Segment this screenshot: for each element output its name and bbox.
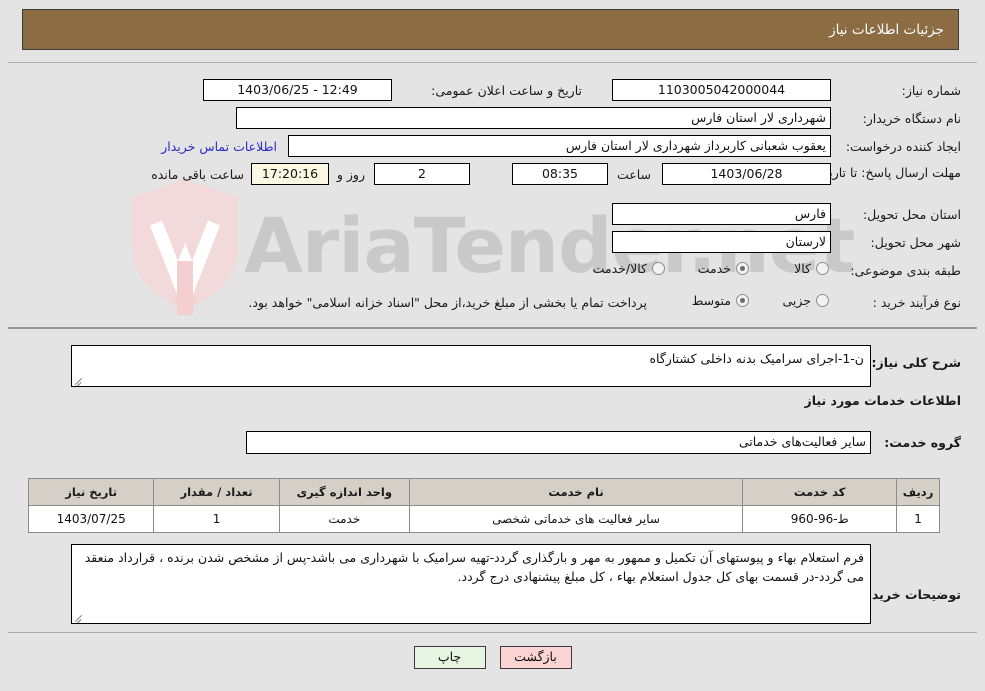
service-group-label: گروه خدمت: xyxy=(884,435,961,450)
cell-unit: خدمت xyxy=(278,505,410,533)
resize-grip-icon[interactable] xyxy=(74,375,84,385)
print-button[interactable]: چاپ xyxy=(413,646,486,669)
deadline-countdown-value: 17:20:16 xyxy=(251,163,329,185)
service-group-value: سایر فعالیت‌های خدماتی xyxy=(246,431,871,454)
buyer-org-value: شهرداری لار استان فارس xyxy=(236,107,831,129)
deadline-time-label: ساعت xyxy=(616,167,651,182)
purchase-process-note: پرداخت تمام یا بخشی از مبلغ خرید،از محل … xyxy=(248,295,647,310)
buyer-notes-value: فرم استعلام بهاء و پیوستهای آن تکمیل و م… xyxy=(84,550,864,584)
category-option-label: کالا xyxy=(794,261,811,276)
category-option-label: کالا/خدمت xyxy=(592,261,647,276)
buyer-notes-textarea[interactable]: فرم استعلام بهاء و پیوستهای آن تکمیل و م… xyxy=(71,544,871,624)
cell-service-name: سایر فعالیت های خدماتی شخصی xyxy=(408,505,744,533)
th-quantity: تعداد / مقدار xyxy=(153,478,280,506)
th-radif: ردیف xyxy=(896,478,940,506)
category-radio-kala[interactable]: کالا xyxy=(794,261,829,276)
radio-circle-icon xyxy=(736,262,749,275)
requester-value: یعقوب شعبانی کاربرداز شهرداری لار استان … xyxy=(288,135,831,157)
th-service-name: نام خدمت xyxy=(408,478,744,506)
general-desc-textarea[interactable]: ن-1-اجرای سرامیک بدنه داخلی کشتارگاه xyxy=(71,345,871,387)
page-title-bar: جزئیات اطلاعات نیاز xyxy=(22,9,959,50)
page-root: جزئیات اطلاعات نیاز شماره نیاز: 11030050… xyxy=(0,0,985,691)
process-option-label: جزیی xyxy=(782,293,811,308)
category-radio-kala-khedmat[interactable]: کالا/خدمت xyxy=(593,261,665,276)
cell-service-code: ط-96-960 xyxy=(742,505,898,533)
general-desc-value: ن-1-اجرای سرامیک بدنه داخلی کشتارگاه xyxy=(649,351,865,366)
category-option-label: خدمت xyxy=(697,261,731,276)
cell-need-date: 1403/07/25 xyxy=(27,505,155,533)
need-summary-panel: شماره نیاز: 1103005042000044 تاریخ و ساع… xyxy=(8,62,977,329)
resize-grip-icon[interactable] xyxy=(74,612,84,622)
services-section-heading: اطلاعات خدمات مورد نیاز xyxy=(804,393,962,408)
cell-quantity: 1 xyxy=(153,505,280,533)
buyer-notes-label: توضیحات خریدار: xyxy=(855,587,961,602)
deadline-days-value: 2 xyxy=(374,163,470,185)
buyer-org-label: نام دستگاه خریدار: xyxy=(862,111,961,126)
radio-circle-icon xyxy=(736,294,749,307)
page-title: جزئیات اطلاعات نیاز xyxy=(829,21,944,38)
th-unit: واحد اندازه گیری xyxy=(278,478,410,506)
category-label: طبقه بندی موضوعی: xyxy=(850,263,961,278)
process-radio-motavaset[interactable]: متوسط xyxy=(692,293,749,308)
back-button[interactable]: بازگشت xyxy=(499,646,572,669)
deadline-date-value: 1403/06/28 xyxy=(662,163,831,185)
deadline-time-value: 08:35 xyxy=(512,163,608,185)
public-announcement-value: 12:49 - 1403/06/25 xyxy=(203,79,392,101)
deadline-countdown-label: ساعت باقی مانده xyxy=(151,167,244,182)
cell-radif: 1 xyxy=(896,505,940,533)
th-need-date: تاریخ نیاز xyxy=(27,478,155,506)
delivery-province-label: استان محل تحویل: xyxy=(862,207,961,222)
general-desc-label: شرح کلی نیاز: xyxy=(871,355,961,370)
deadline-label: مهلت ارسال پاسخ: تا تاریخ: xyxy=(816,165,961,180)
category-radio-khedmat[interactable]: خدمت xyxy=(698,261,749,276)
delivery-province-value: فارس xyxy=(612,203,831,225)
purchase-process-label: نوع فرآیند خرید : xyxy=(872,295,961,310)
radio-circle-icon xyxy=(816,294,829,307)
table-row: 1 ط-96-960 سایر فعالیت های خدماتی شخصی خ… xyxy=(27,505,940,533)
buyer-contact-link[interactable]: اطلاعات تماس خریدار xyxy=(161,139,277,154)
radio-circle-icon xyxy=(816,262,829,275)
th-service-code: کد خدمت xyxy=(742,478,898,506)
requester-label: ایجاد کننده درخواست: xyxy=(845,139,961,154)
public-announcement-label: تاریخ و ساعت اعلان عمومی: xyxy=(431,83,582,98)
delivery-city-value: لارستان xyxy=(612,231,831,253)
delivery-city-label: شهر محل تحویل: xyxy=(870,235,961,250)
radio-circle-icon xyxy=(652,262,665,275)
need-number-value: 1103005042000044 xyxy=(612,79,831,101)
need-number-label: شماره نیاز: xyxy=(901,83,961,98)
deadline-days-label: روز و xyxy=(336,167,365,182)
process-option-label: متوسط xyxy=(691,293,731,308)
process-radio-jozi[interactable]: جزیی xyxy=(782,293,829,308)
footer-actions: بازگشت چاپ xyxy=(0,646,985,669)
table-header-row: ردیف کد خدمت نام خدمت واحد اندازه گیری ت… xyxy=(27,478,940,506)
services-table: ردیف کد خدمت نام خدمت واحد اندازه گیری ت… xyxy=(27,478,940,533)
